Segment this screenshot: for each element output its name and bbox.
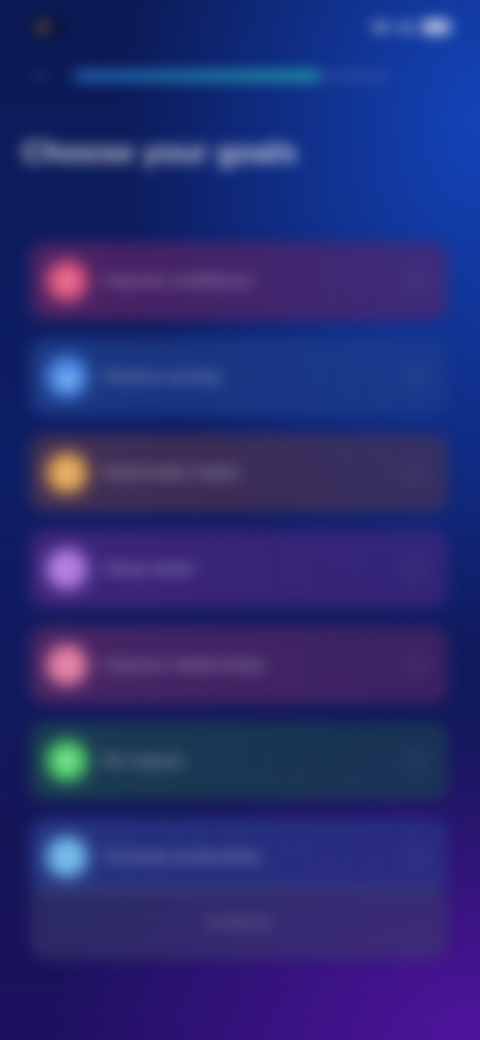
checkbox-circle-icon[interactable] [406, 655, 426, 675]
blurred-content: ‹ Choose your goals ♥ Improve confidence ☁… [0, 0, 480, 1040]
checkbox-circle-icon[interactable] [406, 463, 426, 483]
heart-icon: ♥ [48, 262, 86, 300]
progress-row: ‹ [28, 64, 388, 88]
signal-icon [372, 22, 390, 32]
goal-option-label: Be happier [104, 751, 187, 770]
goal-selection-screen: ‹ Choose your goals ♥ Improve confidence ☁… [0, 0, 480, 1040]
goal-option-label: Improve confidence [104, 271, 253, 290]
leaf-icon: ✿ [48, 742, 86, 780]
goal-option[interactable]: ☁ Reduce anxiety [30, 338, 448, 416]
checkbox-circle-icon[interactable] [406, 559, 426, 579]
moon-icon: ☾ [48, 550, 86, 588]
star-icon: ★ [48, 454, 86, 492]
checkbox-circle-icon[interactable] [406, 847, 426, 867]
continue-button-label: Continue [204, 912, 274, 931]
goal-option[interactable]: ★ Build better habits [30, 434, 448, 512]
goal-option-label: Build better habits [104, 463, 241, 482]
goal-option-label: Sleep better [104, 559, 196, 578]
goal-option-label: Increase productivity [104, 847, 260, 866]
progress-fill [74, 72, 319, 80]
goal-options-list: ♥ Improve confidence ☁ Reduce anxiety ★ Build… [30, 242, 448, 914]
continue-button[interactable]: Continue [30, 884, 448, 960]
back-button[interactable]: ‹ [28, 64, 52, 88]
page-title: Choose your goals [22, 136, 298, 169]
recording-dot-icon [38, 22, 48, 32]
checkbox-circle-icon[interactable] [406, 367, 426, 387]
goal-option[interactable]: ☺ Improve relationships [30, 626, 448, 704]
status-bar [28, 12, 450, 42]
checkbox-circle-icon[interactable] [406, 271, 426, 291]
goal-option[interactable]: ☾ Sleep better [30, 530, 448, 608]
cloud-icon: ☁ [48, 358, 86, 396]
goal-option[interactable]: ✿ Be happier [30, 722, 448, 800]
goal-option-label: Reduce anxiety [104, 367, 222, 386]
chevron-left-icon: ‹ [36, 64, 44, 87]
battery-icon [422, 20, 450, 34]
progress-bar [74, 72, 388, 80]
status-icons [372, 20, 450, 34]
goal-option-label: Improve relationships [104, 655, 266, 674]
wifi-icon [398, 22, 414, 32]
bolt-icon: ⚡ [48, 838, 86, 876]
people-icon: ☺ [48, 646, 86, 684]
goal-option[interactable]: ♥ Improve confidence [30, 242, 448, 320]
checkbox-circle-icon[interactable] [406, 751, 426, 771]
status-time-pill [28, 18, 66, 36]
